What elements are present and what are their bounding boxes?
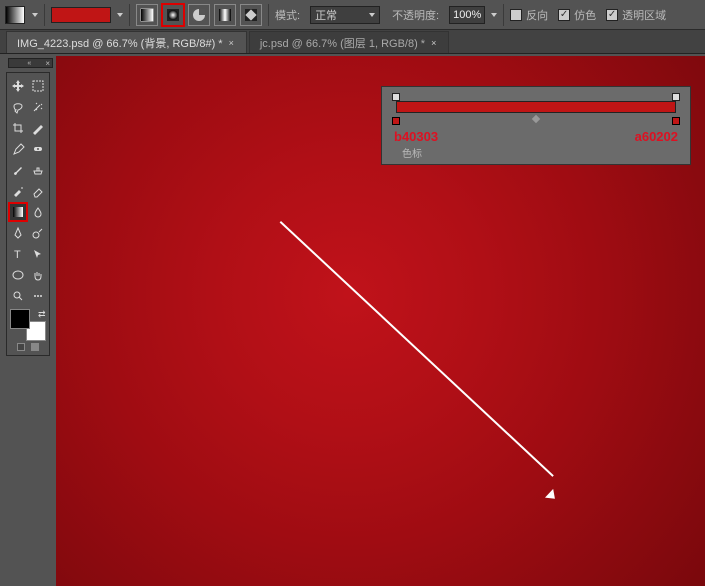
canvas[interactable]: b40303 a60202 色标 xyxy=(56,56,705,586)
opacity-input[interactable]: 100% xyxy=(449,6,485,24)
foreground-color-swatch[interactable] xyxy=(10,309,30,329)
slice-tool[interactable] xyxy=(29,119,47,137)
radial-gradient-button[interactable] xyxy=(162,4,184,26)
more-tools[interactable] xyxy=(29,287,47,305)
crop-tool[interactable] xyxy=(9,119,27,137)
clone-stamp-tool[interactable] xyxy=(29,161,47,179)
opacity-stop-right[interactable] xyxy=(672,93,680,101)
quick-mask-toggle[interactable] xyxy=(17,343,25,351)
magic-wand-tool[interactable] xyxy=(29,98,47,116)
opacity-label: 不透明度: xyxy=(392,7,439,23)
eyedropper-tool[interactable] xyxy=(9,140,27,158)
angle-gradient-button[interactable] xyxy=(188,4,210,26)
eraser-tool[interactable] xyxy=(29,182,47,200)
dither-label: 仿色 xyxy=(574,7,596,23)
path-select-tool[interactable] xyxy=(29,245,47,263)
pen-tool[interactable] xyxy=(9,224,27,242)
options-bar: 模式: 正常 不透明度: 100% 反向 ✓ 仿色 ✓ 透明区域 xyxy=(0,0,705,30)
history-brush-tool[interactable] xyxy=(9,182,27,200)
divider xyxy=(44,4,45,26)
type-tool[interactable]: T xyxy=(9,245,27,263)
gradient-drag-line xyxy=(280,221,554,477)
gradient-editor-popup: b40303 a60202 色标 xyxy=(381,86,691,165)
color-stop-left[interactable] xyxy=(392,117,400,125)
arrow-head-icon xyxy=(545,489,559,503)
gradient-tool-icon xyxy=(5,6,25,24)
transparency-checkbox[interactable]: ✓ xyxy=(606,9,618,21)
linear-gradient-button[interactable] xyxy=(136,4,158,26)
divider xyxy=(268,4,269,26)
divider xyxy=(129,4,130,26)
gradient-swatch[interactable] xyxy=(51,7,111,23)
blend-mode-value: 正常 xyxy=(315,7,337,23)
gradient-hint-label: 色标 xyxy=(392,145,680,160)
midpoint-handle[interactable] xyxy=(532,115,540,123)
gradient-tool-indicator xyxy=(4,4,26,26)
color-swatches: ⇄ xyxy=(10,309,46,341)
mode-label: 模式: xyxy=(275,7,300,23)
close-icon[interactable]: × xyxy=(45,59,50,68)
gradient-tool[interactable] xyxy=(9,203,27,221)
blend-mode-select[interactable]: 正常 xyxy=(310,6,380,24)
blur-tool[interactable] xyxy=(29,203,47,221)
move-tool[interactable] xyxy=(9,77,27,95)
diamond-gradient-button[interactable] xyxy=(240,4,262,26)
right-stop-value: a60202 xyxy=(635,129,678,144)
opacity-dropdown[interactable] xyxy=(491,13,497,17)
document-tabs: IMG_4223.psd @ 66.7% (背景, RGB/8#) * × jc… xyxy=(0,30,705,54)
screen-mode-toggle[interactable] xyxy=(31,343,39,351)
document-tab-active[interactable]: IMG_4223.psd @ 66.7% (背景, RGB/8#) * × xyxy=(6,31,247,53)
reverse-checkbox[interactable] xyxy=(510,9,522,21)
divider xyxy=(503,4,504,26)
tool-preset-dropdown[interactable] xyxy=(32,13,38,17)
svg-text:T: T xyxy=(14,249,21,261)
reflected-gradient-button[interactable] xyxy=(214,4,236,26)
left-stop-value: b40303 xyxy=(394,129,438,144)
document-tab[interactable]: jc.psd @ 66.7% (图层 1, RGB/8) * × xyxy=(249,31,450,53)
dither-checkbox[interactable]: ✓ xyxy=(558,9,570,21)
close-icon[interactable]: × xyxy=(431,38,436,48)
close-icon[interactable]: × xyxy=(229,38,234,48)
tab-label: IMG_4223.psd @ 66.7% (背景, RGB/8#) * xyxy=(17,35,223,51)
reverse-label: 反向 xyxy=(526,7,548,23)
swap-colors-icon[interactable]: ⇄ xyxy=(38,309,46,317)
toolbox: T ⇄ xyxy=(6,72,50,356)
toolbox-panel-tab[interactable]: « × xyxy=(8,58,53,68)
rect-marquee-tool[interactable] xyxy=(29,77,47,95)
lasso-tool[interactable] xyxy=(9,98,27,116)
ellipse-tool[interactable] xyxy=(9,266,27,284)
dodge-tool[interactable] xyxy=(29,224,47,242)
gradient-bar[interactable] xyxy=(392,95,680,117)
chevron-down-icon xyxy=(369,13,375,17)
hand-tool[interactable] xyxy=(29,266,47,284)
chevron-icon: « xyxy=(27,60,31,67)
brush-tool[interactable] xyxy=(9,161,27,179)
opacity-stop-left[interactable] xyxy=(392,93,400,101)
gradient-preview-bar[interactable] xyxy=(396,101,676,113)
gradient-picker-dropdown[interactable] xyxy=(117,13,123,17)
color-stop-right[interactable] xyxy=(672,117,680,125)
zoom-tool[interactable] xyxy=(9,287,27,305)
healing-brush-tool[interactable] xyxy=(29,140,47,158)
transparency-label: 透明区域 xyxy=(622,7,666,23)
tab-label: jc.psd @ 66.7% (图层 1, RGB/8) * xyxy=(260,35,425,51)
